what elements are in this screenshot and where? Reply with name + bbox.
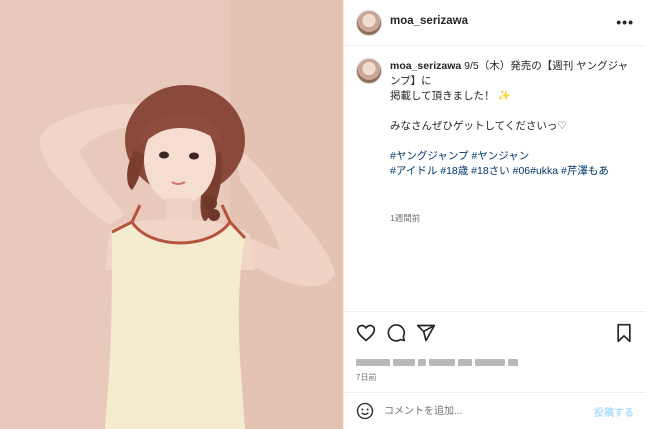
caption-avatar[interactable] — [356, 58, 382, 84]
comment-input[interactable] — [384, 403, 574, 419]
comment-bar: 投稿する — [344, 392, 645, 429]
bookmark-icon[interactable] — [614, 323, 634, 343]
heart-icon[interactable] — [356, 323, 376, 343]
caption-line2: みなさんぜひゲットしてくださいっ♡ — [390, 120, 567, 132]
caption-username[interactable]: moa_serizawa — [390, 60, 461, 72]
header-username[interactable]: moa_serizawa — [390, 15, 468, 27]
comment-icon[interactable] — [386, 323, 406, 343]
caption-section: moa_serizawa 9/5（木）発売の【週刊 ヤングジャンプ】に 掲載して… — [344, 46, 645, 311]
post-panel: moa_serizawa ••• moa_serizawa 9/5（木）発売の【… — [343, 0, 645, 429]
likes-summary-blurred — [356, 354, 556, 368]
post-comment-button[interactable]: 投稿する — [594, 404, 634, 419]
posted-date: 7日前 — [356, 373, 377, 382]
send-icon[interactable] — [416, 323, 436, 343]
post-image[interactable] — [0, 0, 343, 429]
smiley-icon[interactable] — [356, 402, 374, 420]
action-bar — [344, 311, 645, 353]
hashtags[interactable]: #ヤングジャンプ #ヤンジャン #アイドル #18歳 #18さい #06#ukk… — [390, 149, 636, 179]
post-header: moa_serizawa ••• — [344, 0, 645, 46]
more-horizontal-icon[interactable]: ••• — [616, 14, 634, 30]
post-photo — [0, 0, 343, 429]
sparkle-emoji: ✨ — [497, 90, 511, 102]
caption-time-ago: 1週間前 — [390, 213, 421, 223]
caption-text: moa_serizawa 9/5（木）発売の【週刊 ヤングジャンプ】に 掲載して… — [390, 59, 636, 179]
avatar[interactable] — [356, 10, 382, 36]
